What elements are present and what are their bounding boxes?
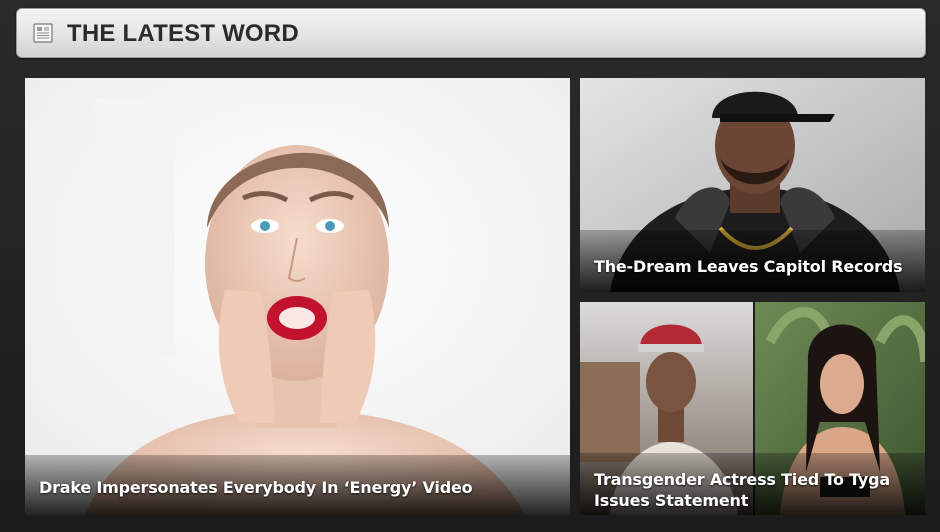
- newspaper-icon: [33, 23, 53, 43]
- story-headline[interactable]: The-Dream Leaves Capitol Records: [580, 230, 925, 292]
- story-headline[interactable]: Drake Impersonates Everybody In ‘Energy’…: [25, 455, 570, 515]
- story-card-bottom-right[interactable]: Transgender Actress Tied To Tyga Issues …: [580, 302, 925, 515]
- story-card-top-right[interactable]: The-Dream Leaves Capitol Records: [580, 78, 925, 292]
- section-header: THE LATEST WORD: [16, 8, 926, 58]
- story-image-main: [25, 78, 570, 515]
- latest-word-module: THE LATEST WORD Drake Impersonates Every…: [0, 0, 940, 532]
- section-title: THE LATEST WORD: [67, 20, 299, 47]
- story-card-main[interactable]: Drake Impersonates Everybody In ‘Energy’…: [25, 78, 570, 515]
- story-headline[interactable]: Transgender Actress Tied To Tyga Issues …: [580, 453, 925, 515]
